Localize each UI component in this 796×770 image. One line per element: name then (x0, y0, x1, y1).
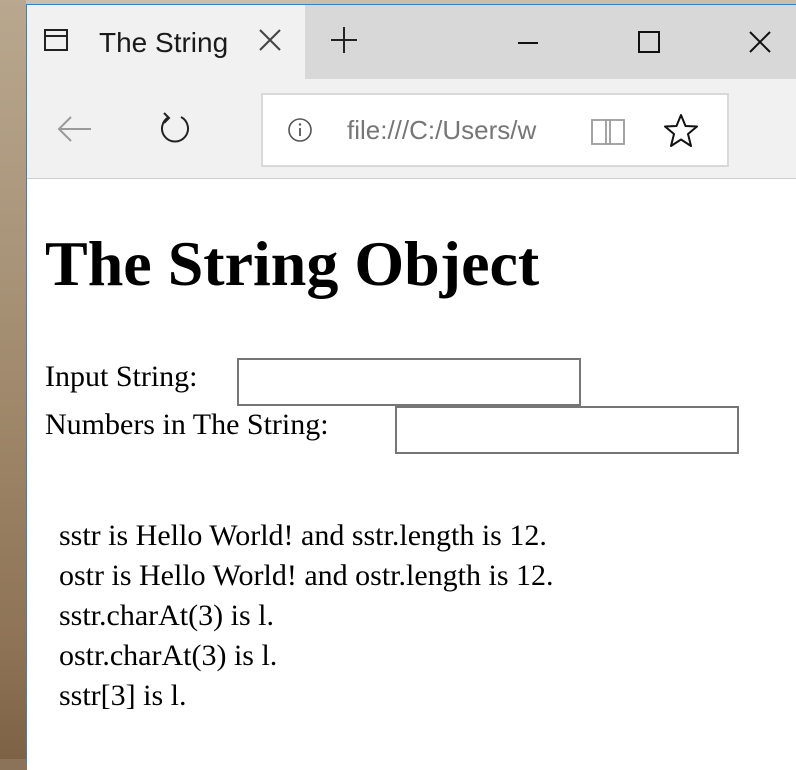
output-line: sstr is Hello World! and sstr.length is … (59, 519, 547, 552)
page-content: The String Object Input String: Numbers … (27, 180, 796, 770)
book-icon[interactable] (589, 117, 627, 147)
back-arrow-icon[interactable] (55, 111, 95, 147)
refresh-icon[interactable] (155, 109, 195, 149)
output-area: sstr is Hello World! and sstr.length is … (59, 516, 554, 716)
numbers-field[interactable] (395, 406, 739, 454)
maximize-icon[interactable] (626, 19, 672, 65)
tab-title: The String (99, 27, 229, 58)
address-url[interactable]: file:///C:/Users/w (347, 115, 543, 146)
output-line: ostr.charAt(3) is l. (59, 639, 278, 672)
tab-page-icon (44, 29, 68, 51)
address-bar[interactable]: file:///C:/Users/w (261, 93, 729, 167)
tab-close-icon[interactable] (253, 23, 287, 57)
input-string-field[interactable] (237, 358, 581, 406)
output-line: sstr[3] is l. (59, 679, 187, 712)
input-string-label: Input String: (45, 360, 198, 393)
close-window-icon[interactable] (737, 19, 783, 65)
output-line: sstr.charAt(3) is l. (59, 599, 274, 632)
page-title: The String Object (45, 228, 540, 299)
title-bar: The String (27, 5, 796, 79)
browser-tab[interactable]: The String (27, 5, 305, 79)
browser-window: The String file:///C:/Users/w The String… (26, 4, 796, 770)
output-line: ostr is Hello World! and ostr.length is … (59, 559, 554, 592)
star-icon[interactable] (661, 111, 701, 151)
numbers-label: Numbers in The String: (45, 408, 329, 441)
desktop-background (0, 0, 26, 759)
minimize-icon[interactable] (505, 19, 551, 65)
new-tab-plus-icon[interactable] (327, 23, 361, 57)
navigation-bar: file:///C:/Users/w (27, 79, 796, 179)
info-icon[interactable] (287, 117, 313, 143)
